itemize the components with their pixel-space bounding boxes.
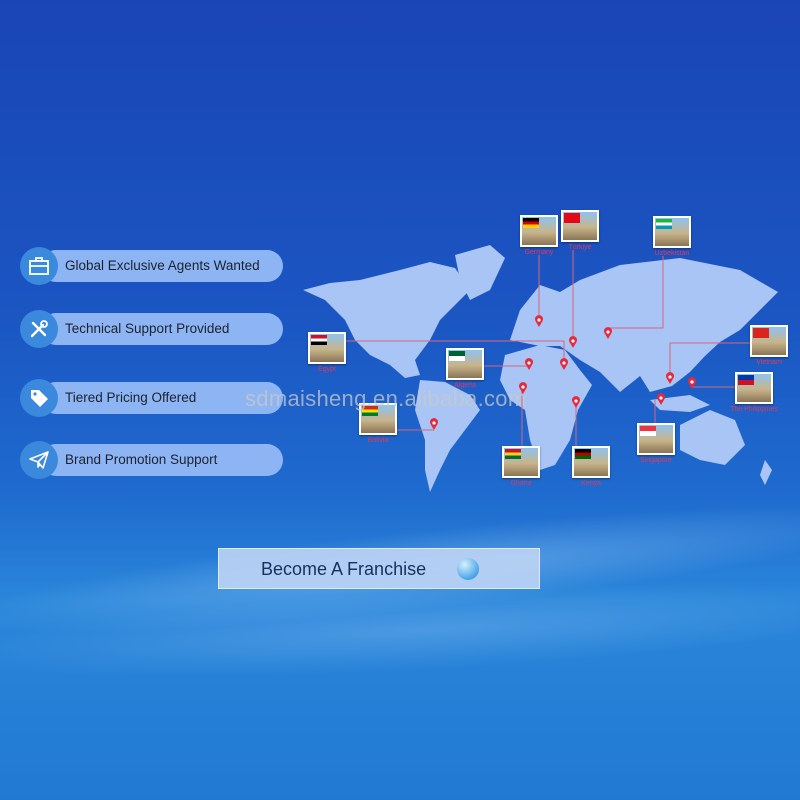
landmark-photo [735,372,773,404]
cta-label: Become A Franchise [261,559,427,579]
feature-label: Global Exclusive Agents Wanted [65,258,260,273]
tools-icon [20,310,58,348]
flag-icon [575,449,591,459]
location-card-uzbekistan: Uzbekistan [653,216,691,257]
continents [303,245,778,492]
landmark-photo [308,332,346,364]
location-card-t-rkiye: Türkiye [561,210,599,251]
become-franchise-button[interactable]: Become A Franchise [218,548,540,589]
location-card-egypt: Egypt [308,332,346,373]
new-zealand [760,460,772,485]
location-card-the-philippines: The Philippines [730,372,778,413]
landmark-photo [520,215,558,247]
flag-icon [564,213,580,223]
flag-icon [505,449,521,459]
flag-icon [738,375,754,385]
location-name: Bolivia [367,437,389,444]
watermark: sdmaisheng.en.alibaba.com [245,386,527,411]
landmark-photo [502,446,540,478]
location-card-singapore: Singapore [637,423,675,464]
paper-plane-icon [20,441,58,479]
location-name: Ghana [510,480,532,487]
feature-label: Tiered Pricing Offered [65,390,197,405]
location-name: The Philippines [730,406,778,413]
price-tag-icon [20,379,58,417]
chat-bubble-icon [457,558,479,580]
landmark-photo [637,423,675,455]
location-card-vietnam: Vietnam [750,325,788,366]
flag-icon [449,351,465,361]
location-card-algeria: Algeria [446,348,484,389]
location-name: Kenya [581,480,601,487]
location-name: Egypt [318,366,336,373]
feature-label: Brand Promotion Support [65,452,218,467]
location-name: Uzbekistan [654,250,690,257]
feature-label: Technical Support Provided [65,321,230,336]
flag-icon [311,335,327,345]
feature-global-agents: Global Exclusive Agents Wanted [20,247,283,285]
flag-icon [523,218,539,228]
location-name: Singapore [640,457,672,464]
location-card-ghana: Ghana [502,446,540,487]
briefcase-icon [20,247,58,285]
landmark-photo [653,216,691,248]
feature-tiered-pricing: Tiered Pricing Offered [20,379,283,417]
location-card-kenya: Kenya [572,446,610,487]
flag-icon [656,219,672,229]
location-name: Vietnam [756,359,782,366]
flag-icon [753,328,769,338]
landmark-photo [572,446,610,478]
landmark-photo [446,348,484,380]
landmark-photo [750,325,788,357]
feature-technical-support: Technical Support Provided [20,310,283,348]
franchise-banner: Global Exclusive Agents Wanted Technical… [0,0,800,800]
feature-brand-promotion: Brand Promotion Support [20,441,283,479]
flag-icon [640,426,656,436]
landmark-photo [561,210,599,242]
location-name: Türkiye [568,244,592,251]
